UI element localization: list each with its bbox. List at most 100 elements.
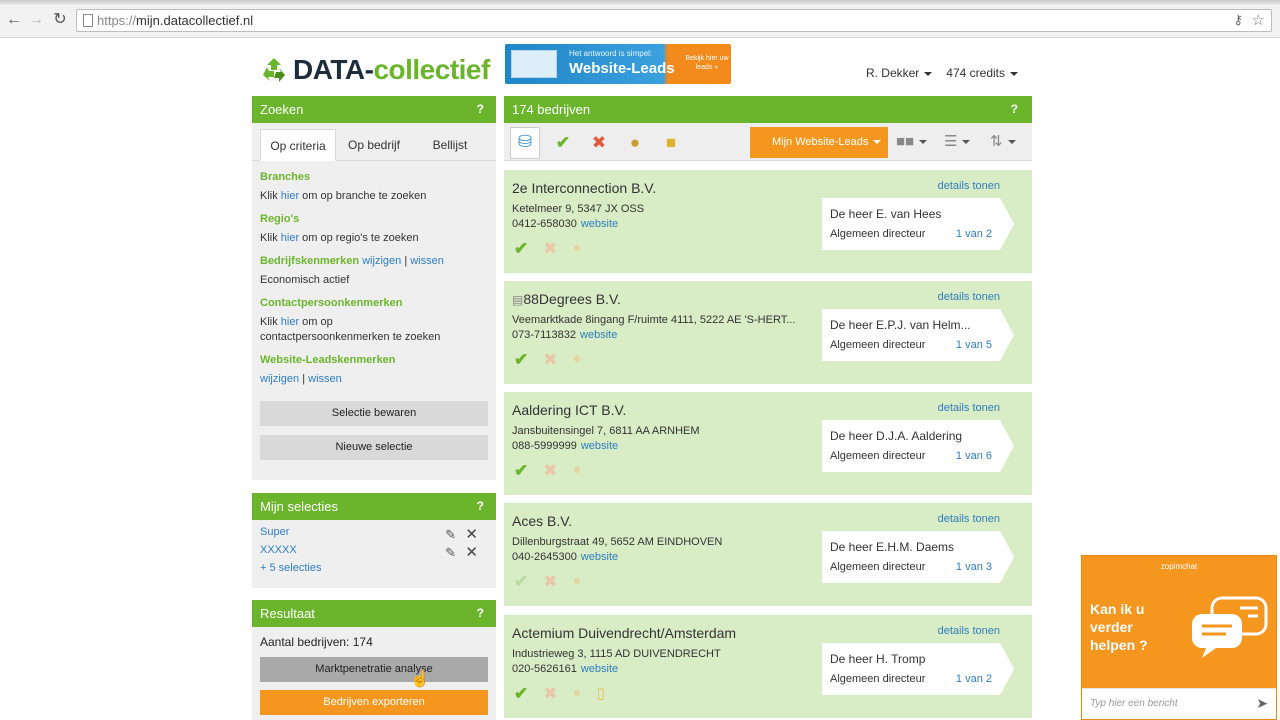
money-bag-icon[interactable]: ●: [573, 572, 582, 592]
website-link[interactable]: website: [580, 329, 617, 341]
contact-box[interactable]: De heer E.H.M. Daems Algemeen directeur 1…: [822, 531, 1000, 583]
selection-link-xxxxx[interactable]: XXXXX: [260, 544, 297, 556]
leads-wijzigen-link[interactable]: wijzigen: [260, 373, 299, 385]
user-menu[interactable]: R. Dekker: [866, 66, 933, 80]
close-icon[interactable]: ✖: [543, 239, 557, 259]
tab-op-bedrijf[interactable]: Op bedrijf: [336, 129, 412, 161]
tab-bellijst[interactable]: Bellijst: [412, 129, 488, 161]
next-arrow-icon[interactable]: [1000, 643, 1014, 695]
check-icon[interactable]: ✔: [514, 572, 528, 592]
money-bag-icon[interactable]: ●: [573, 461, 582, 481]
tab-op-criteria[interactable]: Op criteria: [260, 129, 336, 161]
close-icon[interactable]: ✖: [543, 684, 557, 704]
check-icon[interactable]: ✔: [514, 684, 528, 704]
help-icon[interactable]: ?: [477, 493, 484, 520]
company-card[interactable]: Aces B.V. details tonen Dillenburgstraat…: [504, 503, 1032, 606]
send-icon[interactable]: ➤: [1256, 695, 1268, 712]
details-link[interactable]: details tonen: [938, 625, 1000, 637]
contactpersoon-link[interactable]: hier: [281, 316, 299, 328]
close-icon[interactable]: ✖: [543, 461, 557, 481]
close-icon[interactable]: ✕: [465, 543, 478, 561]
company-card[interactable]: Actemium Duivendrecht/Amsterdam details …: [504, 615, 1032, 718]
back-icon[interactable]: ←: [4, 9, 24, 31]
money-bag-icon[interactable]: ●: [573, 684, 582, 704]
nieuwe-selectie-button[interactable]: Nieuwe selectie: [260, 435, 488, 460]
contact-filter-icon[interactable]: ■■: [896, 129, 928, 155]
money-bag-icon[interactable]: ●: [573, 350, 582, 370]
website-link[interactable]: website: [581, 663, 618, 675]
pencil-icon[interactable]: ✎: [445, 545, 456, 561]
website-leads-banner[interactable]: Het antwoord is simpel: Website-Leads Be…: [505, 44, 731, 84]
check-icon[interactable]: ✔: [548, 129, 578, 157]
next-arrow-icon[interactable]: [1000, 531, 1014, 583]
contact-pager[interactable]: 1 van 2: [956, 228, 992, 240]
note-icon[interactable]: ▯: [597, 684, 605, 704]
chat-input[interactable]: Typ hier een bericht ➤: [1082, 688, 1276, 719]
bookmark-star-icon[interactable]: ☆: [1252, 11, 1265, 29]
next-arrow-icon[interactable]: [1000, 198, 1014, 250]
company-name[interactable]: Aces B.V.: [512, 513, 572, 529]
details-link[interactable]: details tonen: [938, 180, 1000, 192]
company-card[interactable]: ▤88Degrees B.V. details tonen Veemarktka…: [504, 281, 1032, 384]
contact-pager[interactable]: 1 van 3: [956, 561, 992, 573]
credits-menu[interactable]: 474 credits: [946, 66, 1018, 80]
contact-box[interactable]: De heer D.J.A. Aaldering Algemeen direct…: [822, 420, 1000, 472]
chat-widget[interactable]: zopimchat Kan ik u verder helpen ? Typ h…: [1081, 555, 1277, 720]
forward-icon[interactable]: →: [26, 9, 46, 31]
key-icon[interactable]: ⚷: [1233, 12, 1243, 28]
website-link[interactable]: website: [581, 551, 618, 563]
contact-box[interactable]: De heer H. Tromp Algemeen directeur 1 van…: [822, 643, 1000, 695]
pencil-icon[interactable]: ✎: [445, 527, 456, 543]
details-link[interactable]: details tonen: [938, 513, 1000, 525]
company-address: Industrieweg 3, 1115 AD DUIVENDRECHT: [512, 648, 721, 660]
sort-icon[interactable]: ⇅: [990, 129, 1016, 155]
company-name[interactable]: Actemium Duivendrecht/Amsterdam: [512, 625, 736, 641]
company-name[interactable]: Aaldering ICT B.V.: [512, 402, 626, 418]
package-icon[interactable]: ■: [656, 129, 686, 157]
selectie-bewaren-button[interactable]: Selectie bewaren: [260, 401, 488, 426]
close-icon[interactable]: ✖: [543, 572, 557, 592]
datacollectief-logo[interactable]: DATA-collectief: [259, 54, 490, 86]
website-link[interactable]: website: [581, 218, 618, 230]
next-arrow-icon[interactable]: [1000, 309, 1014, 361]
help-icon[interactable]: ?: [1011, 96, 1018, 123]
bedrijven-exporteren-button[interactable]: Bedrijven exporteren: [260, 690, 488, 715]
contact-box[interactable]: De heer E. van Hees Algemeen directeur 1 …: [822, 198, 1000, 250]
regio-link[interactable]: hier: [281, 232, 299, 244]
reload-icon[interactable]: ↻: [50, 9, 70, 31]
list-view-icon[interactable]: ☰: [944, 129, 971, 155]
contact-pager[interactable]: 1 van 5: [956, 339, 992, 351]
contact-pager[interactable]: 1 van 6: [956, 450, 992, 462]
website-link[interactable]: website: [581, 440, 618, 452]
marktpenetratie-analyse-button[interactable]: Marktpenetratie analyse: [260, 657, 488, 682]
contact-pager[interactable]: 1 van 2: [956, 673, 992, 685]
bedrijf-wijzigen-link[interactable]: wijzigen: [362, 255, 401, 267]
selection-link-super[interactable]: Super: [260, 526, 289, 538]
leads-wissen-link[interactable]: wissen: [308, 373, 342, 385]
address-bar[interactable]: https://mijn.datacollectief.nl ⚷ ☆: [76, 9, 1272, 32]
money-bag-icon[interactable]: ●: [573, 239, 582, 259]
next-arrow-icon[interactable]: [1000, 420, 1014, 472]
check-icon[interactable]: ✔: [514, 239, 528, 259]
company-name[interactable]: 2e Interconnection B.V.: [512, 180, 656, 196]
company-card[interactable]: Aaldering ICT B.V. details tonen Jansbui…: [504, 392, 1032, 495]
company-name[interactable]: ▤88Degrees B.V.: [512, 291, 621, 307]
branches-link[interactable]: hier: [281, 190, 299, 202]
close-icon[interactable]: ✕: [465, 525, 478, 543]
banner-cta[interactable]: Bekijk hier uw leads »: [685, 54, 729, 72]
contact-box[interactable]: De heer E.P.J. van Helm... Algemeen dire…: [822, 309, 1000, 361]
details-link[interactable]: details tonen: [938, 402, 1000, 414]
company-card[interactable]: 2e Interconnection B.V. details tonen Ke…: [504, 170, 1032, 273]
check-icon[interactable]: ✔: [514, 350, 528, 370]
close-icon[interactable]: ✖: [584, 129, 614, 157]
money-bag-icon[interactable]: ●: [620, 129, 650, 157]
bedrijf-wissen-link[interactable]: wissen: [410, 255, 444, 267]
mijn-website-leads-dropdown[interactable]: Mijn Website-Leads: [750, 127, 888, 158]
details-link[interactable]: details tonen: [938, 291, 1000, 303]
help-icon[interactable]: ?: [477, 600, 484, 627]
database-icon[interactable]: ⛁: [510, 127, 540, 159]
close-icon[interactable]: ✖: [543, 350, 557, 370]
more-selections-link[interactable]: + 5 selecties: [260, 562, 321, 574]
help-icon[interactable]: ?: [477, 96, 484, 123]
check-icon[interactable]: ✔: [514, 461, 528, 481]
